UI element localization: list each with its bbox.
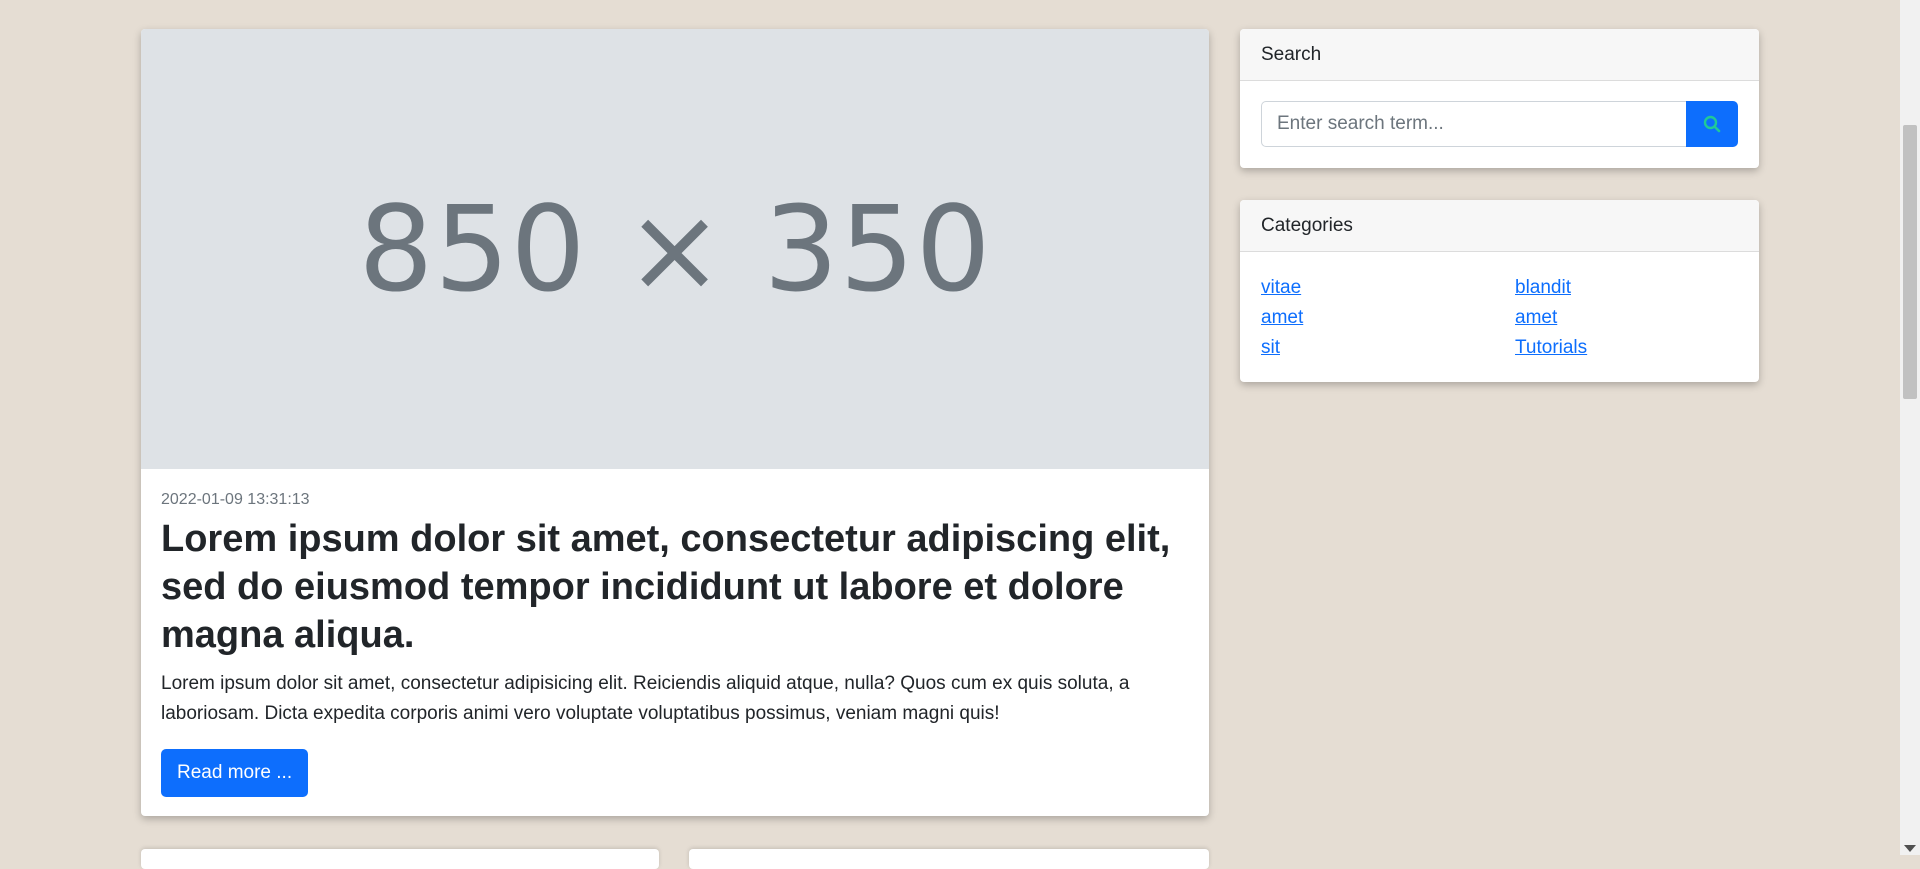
next-post-card-right[interactable] bbox=[689, 849, 1209, 869]
post-image-placeholder[interactable]: 850 × 350 bbox=[141, 29, 1209, 469]
category-link-sit[interactable]: sit bbox=[1261, 335, 1515, 360]
search-icon bbox=[1703, 115, 1721, 133]
next-post-card-left[interactable] bbox=[141, 849, 659, 869]
vertical-scrollbar[interactable] bbox=[1900, 0, 1920, 855]
search-row bbox=[1240, 81, 1759, 167]
post-body: 2022-01-09 13:31:13 Lorem ipsum dolor si… bbox=[141, 469, 1209, 816]
featured-post-card: 850 × 350 2022-01-09 13:31:13 Lorem ipsu… bbox=[141, 29, 1209, 816]
scroll-down-arrow-icon[interactable] bbox=[1904, 845, 1916, 852]
category-link-amet[interactable]: amet bbox=[1261, 305, 1515, 330]
search-button[interactable] bbox=[1686, 101, 1738, 147]
search-widget-header: Search bbox=[1240, 29, 1759, 81]
category-link-vitae[interactable]: vitae bbox=[1261, 275, 1515, 300]
post-excerpt: Lorem ipsum dolor sit amet, consectetur … bbox=[161, 673, 1130, 724]
post-title: Lorem ipsum dolor sit amet, consectetur … bbox=[161, 518, 1171, 656]
categories-list: vitae blandit amet amet sit Tutorials bbox=[1240, 252, 1759, 360]
read-more-button[interactable]: Read more ... bbox=[161, 749, 309, 797]
scrollbar-thumb[interactable] bbox=[1903, 125, 1917, 399]
post-image-placeholder-text: 850 × 350 bbox=[358, 180, 992, 318]
category-link-blandit[interactable]: blandit bbox=[1515, 275, 1759, 300]
categories-widget: Categories vitae blandit amet amet sit T… bbox=[1240, 200, 1759, 382]
category-link-tutorials[interactable]: Tutorials bbox=[1515, 335, 1759, 360]
search-input[interactable] bbox=[1261, 101, 1686, 147]
search-widget: Search bbox=[1240, 29, 1759, 168]
post-date: 2022-01-09 13:31:13 bbox=[161, 491, 310, 508]
categories-widget-header: Categories bbox=[1240, 200, 1759, 252]
category-link-amet-2[interactable]: amet bbox=[1515, 305, 1759, 330]
